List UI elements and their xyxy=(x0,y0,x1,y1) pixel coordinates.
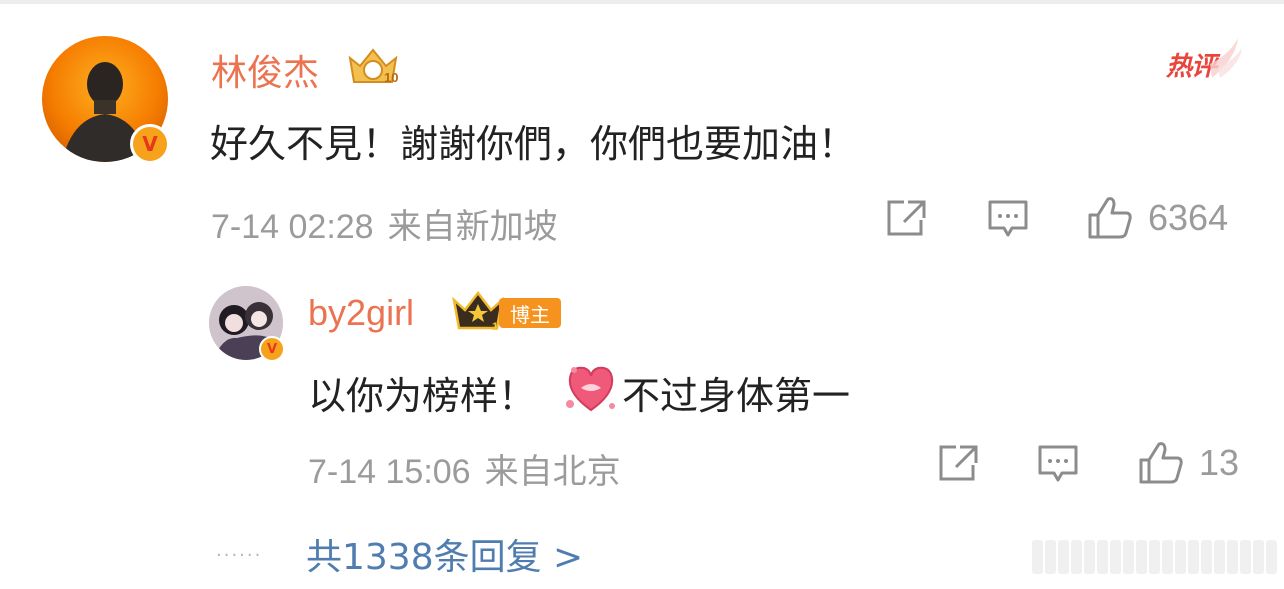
heart-emoji-icon xyxy=(564,362,618,423)
watermark xyxy=(1032,540,1277,574)
comment-author-name[interactable]: 林俊杰 xyxy=(211,44,319,96)
comment-date: 7-14 02:28 xyxy=(211,208,374,246)
level-badge-number: 10 xyxy=(384,70,398,85)
share-button[interactable] xyxy=(884,198,928,238)
comment-icon xyxy=(988,200,1028,237)
comment-icon xyxy=(1038,445,1078,482)
reply-text: 以你为榜样！ 不过身体第一 xyxy=(308,362,850,423)
reply-share-button[interactable] xyxy=(936,443,980,483)
reply-date: 7-14 15:06 xyxy=(308,453,471,491)
share-icon xyxy=(939,445,978,481)
hot-decoration-icon xyxy=(1200,34,1244,84)
level-badge-icon: 10 xyxy=(346,46,400,90)
verified-badge-icon: V xyxy=(130,124,170,164)
thumbs-up-icon xyxy=(1139,442,1183,484)
view-more-replies-link[interactable]: 共1338条回复 > xyxy=(306,528,583,580)
top-divider xyxy=(0,0,1284,4)
reply-text-end: 不过身体第一 xyxy=(622,374,851,418)
comment-location: 来自新加坡 xyxy=(387,207,558,247)
crown-badge-number: 1 xyxy=(492,321,498,332)
avatar[interactable]: V xyxy=(42,36,170,164)
reply-avatar[interactable]: V xyxy=(209,286,285,362)
reply-meta: 7-14 15:06 来自北京 xyxy=(308,444,621,493)
reply-location: 来自北京 xyxy=(484,452,621,492)
comment-meta: 7-14 02:28 来自新加坡 xyxy=(211,199,558,248)
reply-text-start: 以你为榜样！ xyxy=(308,374,537,418)
reply-button[interactable] xyxy=(986,198,1030,240)
reply-verified-badge-icon: V xyxy=(259,336,285,362)
reply-like-button[interactable]: 13 xyxy=(1137,440,1239,486)
reply-author-name[interactable]: by2girl xyxy=(308,292,414,334)
reply-like-count: 13 xyxy=(1199,442,1240,483)
comment-text: 好久不見！謝謝你們，你們也要加油！ xyxy=(210,122,857,166)
thumbs-up-icon xyxy=(1088,197,1132,239)
crown-badge-icon: 1 xyxy=(451,290,505,336)
like-count: 6364 xyxy=(1148,197,1229,238)
like-button[interactable]: 6364 xyxy=(1086,195,1228,241)
reply-reply-button[interactable] xyxy=(1036,443,1080,485)
host-tag: 博主 xyxy=(499,298,561,328)
ellipsis-icon: ······ xyxy=(216,545,263,566)
share-icon xyxy=(887,200,926,236)
